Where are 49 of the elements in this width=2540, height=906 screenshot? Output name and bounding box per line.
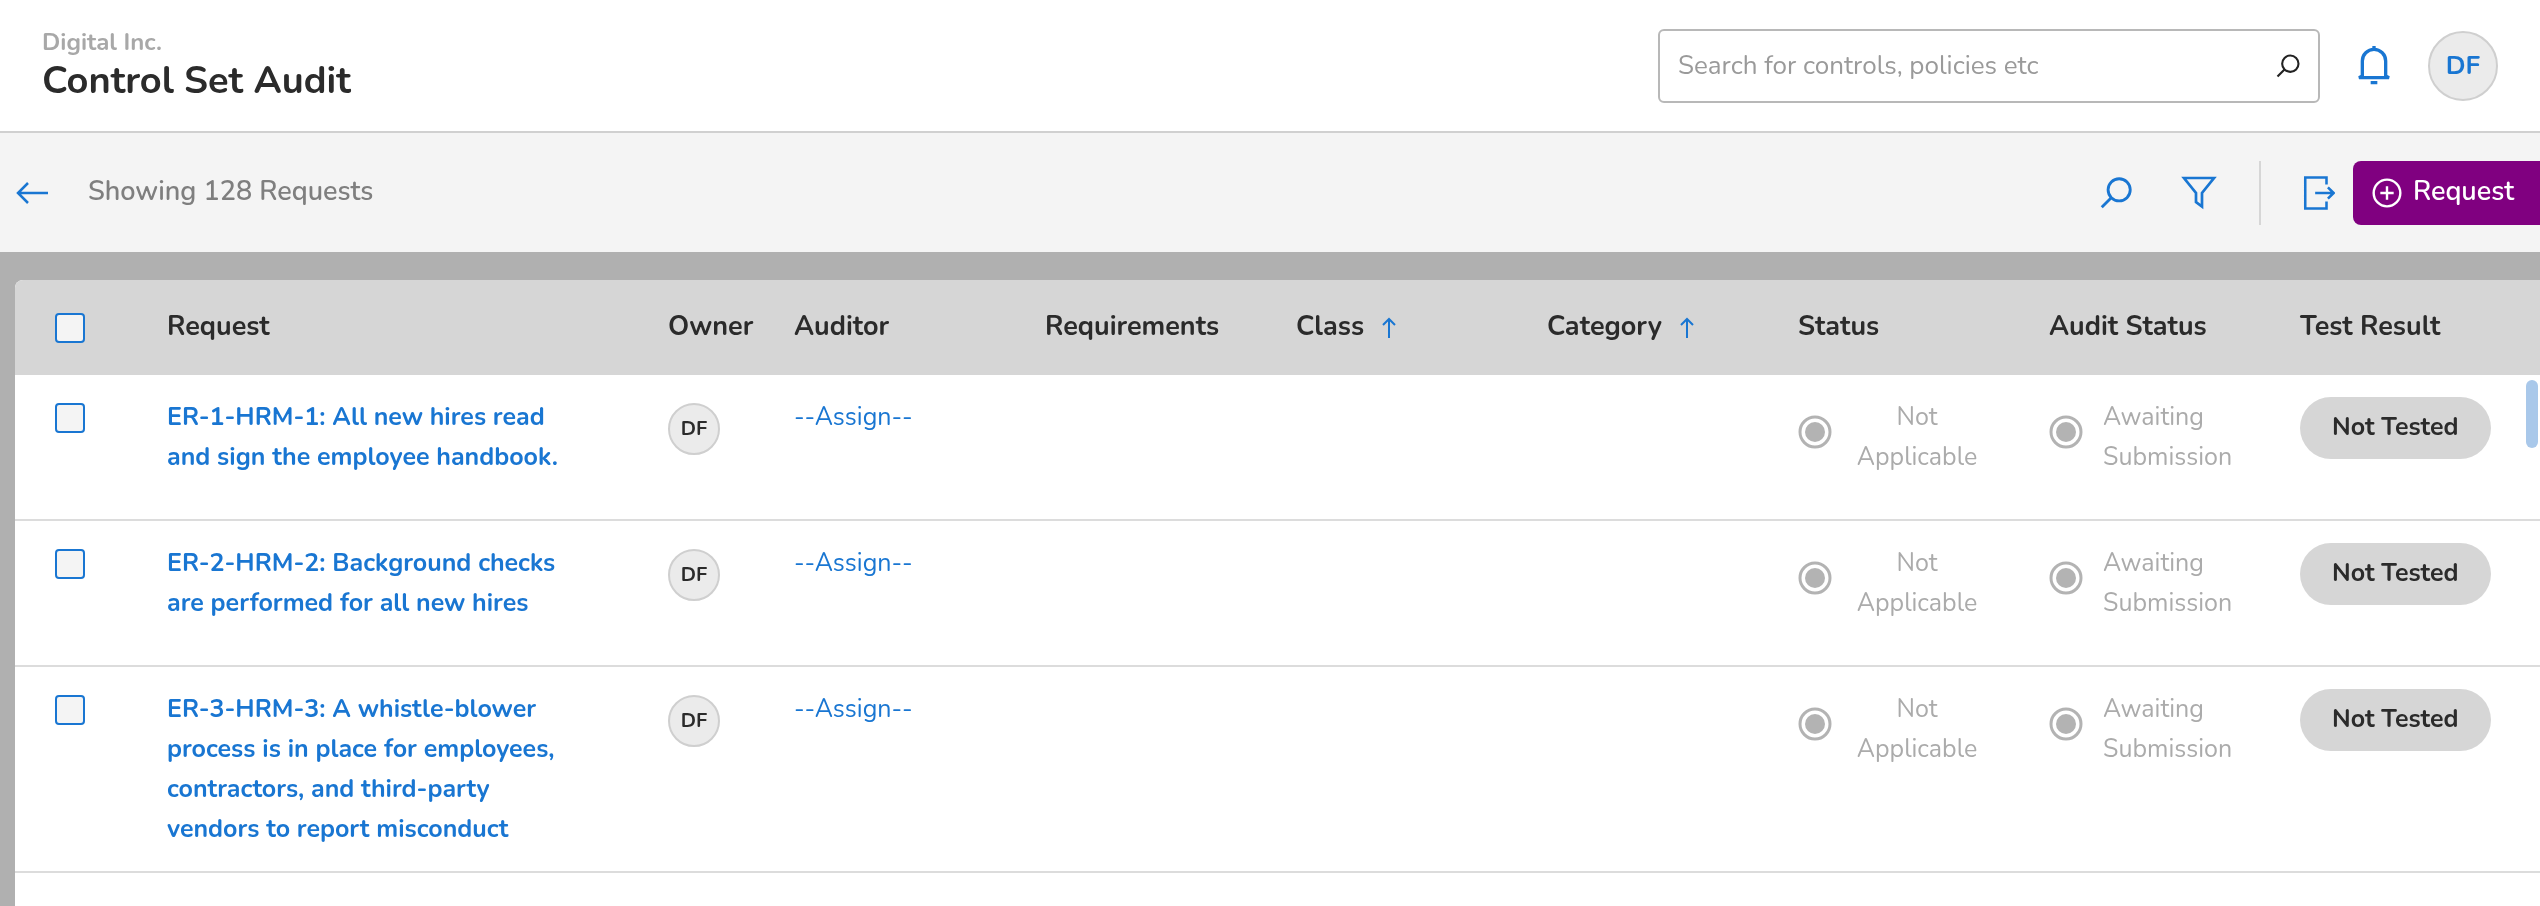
checkbox[interactable] <box>55 549 85 579</box>
owner-avatar: DF <box>668 695 720 747</box>
owner-avatar: DF <box>668 403 720 455</box>
request-count: Showing 128 Requests <box>88 172 374 213</box>
column-header[interactable]: Requirements <box>1045 307 1220 348</box>
status-indicator-icon <box>2049 707 2083 741</box>
column-header[interactable]: Owner <box>668 307 754 348</box>
checkbox[interactable] <box>55 403 85 433</box>
column-header[interactable]: Audit Status <box>2049 307 2207 348</box>
back-arrow-icon[interactable] <box>16 180 50 205</box>
test-result-badge: Not Tested <box>2300 689 2491 751</box>
test-result-badge: Not Tested <box>2300 397 2491 459</box>
status-text: Not Applicable <box>1855 399 1979 476</box>
audit-status-text: Awaiting Submission <box>2103 399 2234 476</box>
sort-arrow-icon[interactable] <box>1382 316 1397 339</box>
status-indicator-icon <box>1798 707 1832 741</box>
checkbox[interactable] <box>55 695 85 725</box>
status-indicator-icon <box>2049 561 2083 595</box>
request-link[interactable]: ER-1-HRM-1: All new hires read and sign the employee handbook. <box>167 397 668 477</box>
status-indicator-icon <box>1798 415 1832 449</box>
status-indicator-icon <box>1798 561 1832 595</box>
column-header[interactable]: Test Result <box>2300 307 2441 348</box>
column-header[interactable]: Auditor <box>794 307 890 348</box>
audit-status-text: Awaiting Submission <box>2103 545 2234 622</box>
assign-link[interactable]: --Assign-- <box>794 543 913 583</box>
sort-arrow-icon[interactable] <box>1679 316 1694 339</box>
audit-status-text: Awaiting Submission <box>2103 691 2234 768</box>
user-avatar[interactable]: DF <box>2428 30 2498 101</box>
column-header[interactable]: Request <box>167 307 270 348</box>
status-text: Not Applicable <box>1855 545 1979 622</box>
test-result-badge: Not Tested <box>2300 543 2491 605</box>
request-link[interactable]: ER-2-HRM-2: Background checks are performed for all new hires <box>167 543 668 623</box>
checkbox[interactable] <box>55 312 85 343</box>
search-icon <box>2274 51 2302 80</box>
plus-circle-icon <box>2370 176 2403 209</box>
owner-avatar: DF <box>668 549 720 601</box>
add-request-button[interactable]: Request <box>2352 160 2540 225</box>
page-title: Control Set Audit <box>42 56 351 105</box>
search-field[interactable]: Search for controls, policies etc <box>1658 28 2320 103</box>
status-indicator-icon <box>2049 415 2083 449</box>
company-name: Digital Inc. <box>42 26 163 57</box>
status-text: Not Applicable <box>1855 691 1979 768</box>
column-header[interactable]: Class <box>1296 307 1365 348</box>
request-link[interactable]: ER-3-HRM-3: A whistle-blower process is in place for employees, contractors, and third-party vendors to report misconduct <box>167 689 668 849</box>
assign-link[interactable]: --Assign-- <box>794 397 913 437</box>
column-header[interactable]: Status <box>1798 307 1880 348</box>
column-header[interactable]: Category <box>1547 307 1662 348</box>
scrollbar-thumb[interactable] <box>2526 380 2538 448</box>
assign-link[interactable]: --Assign-- <box>794 689 913 729</box>
